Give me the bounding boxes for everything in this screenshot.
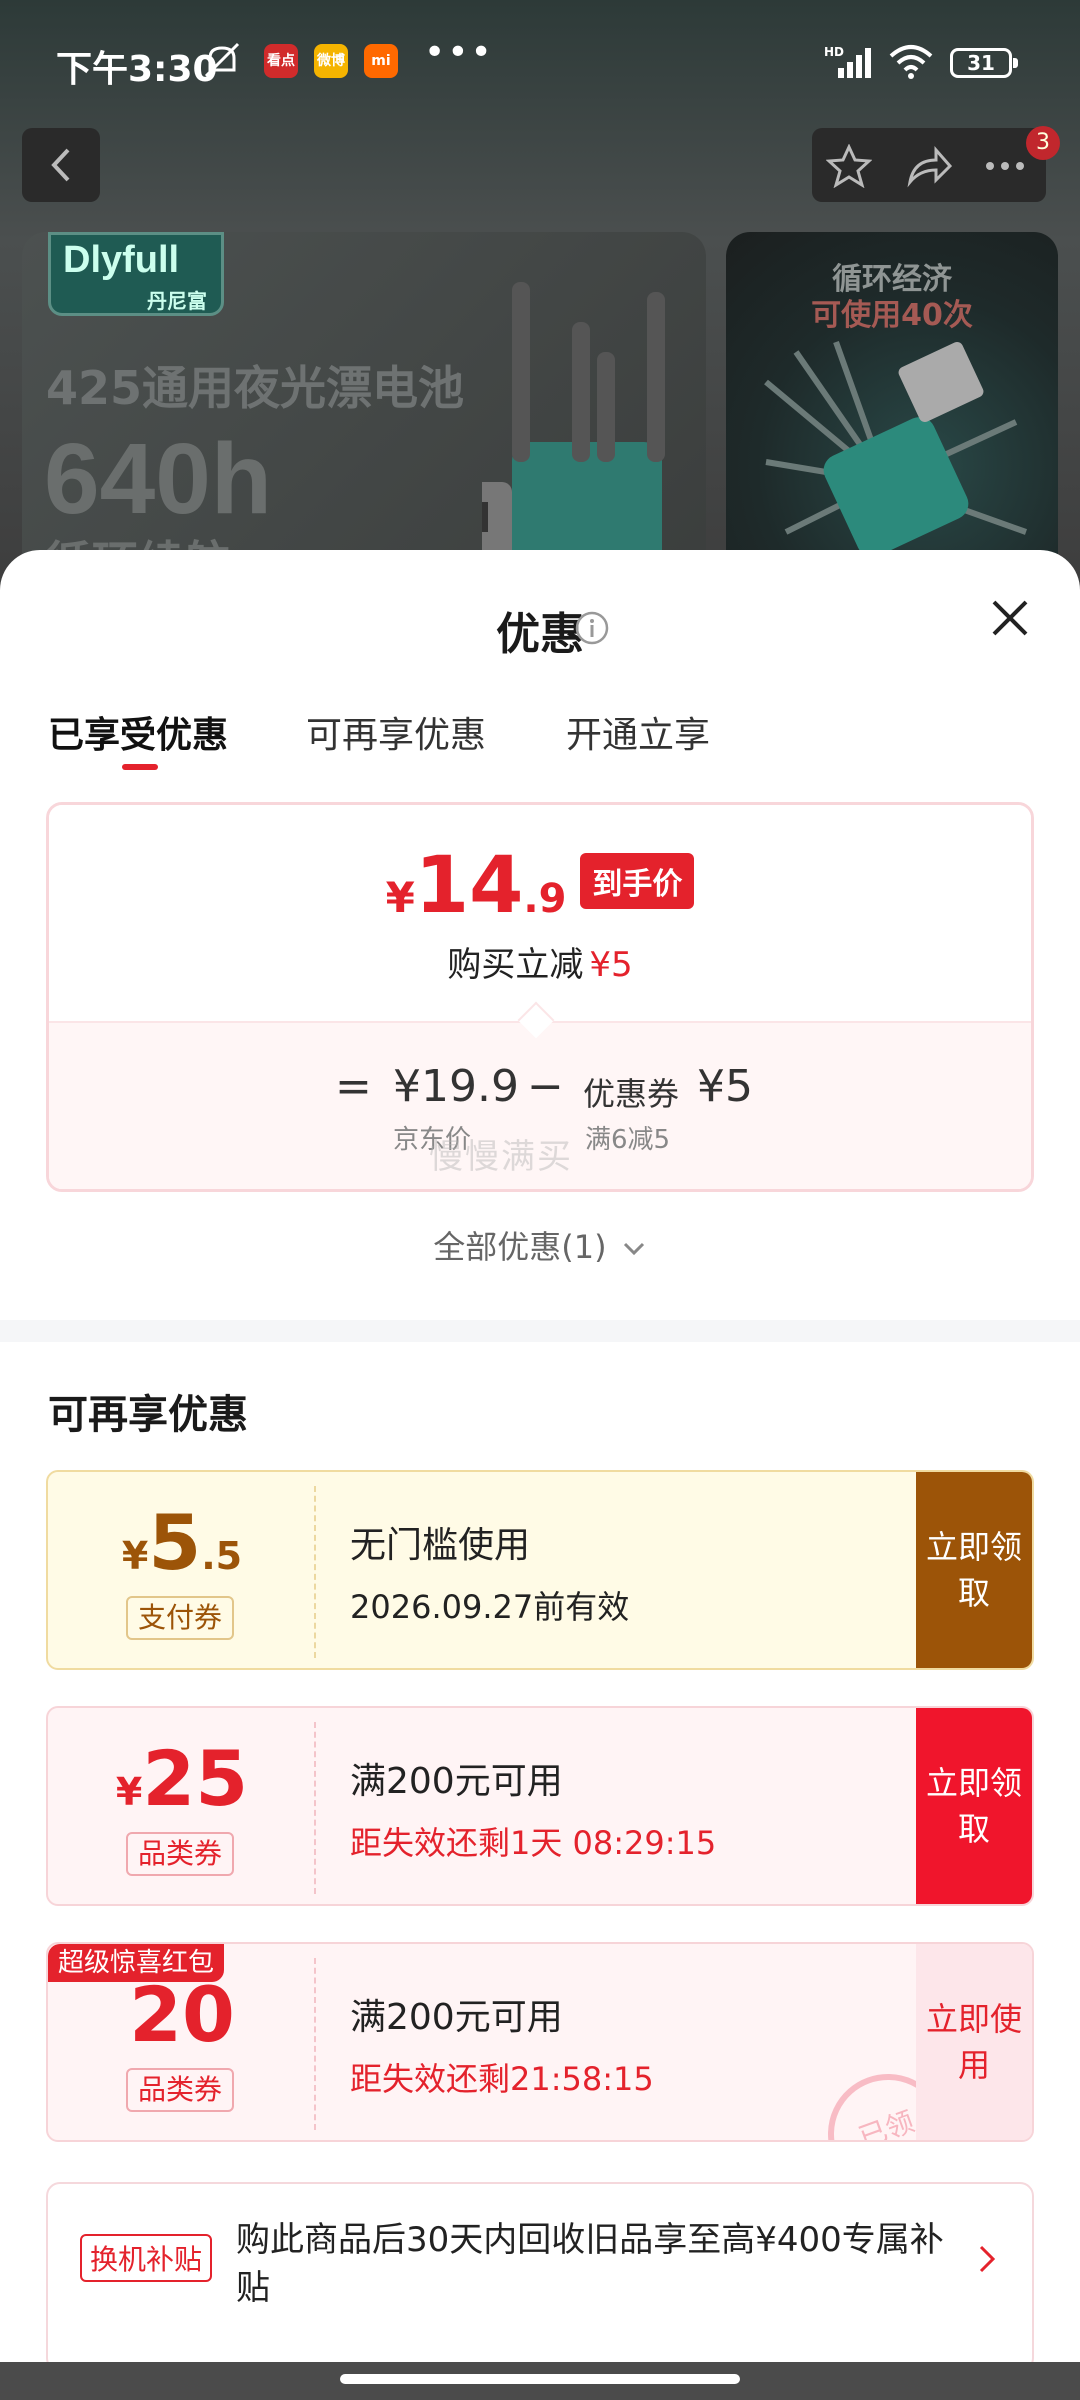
coupon-value: ¥5.5: [121, 1498, 243, 1587]
coupon-value: ¥25: [115, 1734, 249, 1823]
more-notifications-icon: •••: [424, 32, 494, 73]
trade-in-subsidy-row[interactable]: 换机补贴 购此商品后30天内回收旧品享至高¥400专属补贴: [46, 2182, 1034, 2362]
subsidy-tag: 换机补贴: [80, 2234, 213, 2282]
price-summary-card: ¥14.9 到手价 购买立减 ¥5 = ¥19.9 − 优惠券 ¥5 京东价 满6减…: [46, 802, 1034, 1192]
coupon-condition: 无门槛使用: [350, 1525, 531, 1566]
star-icon[interactable]: [826, 144, 872, 188]
claim-coupon-button[interactable]: 立即领取: [916, 1472, 1032, 1668]
final-price-tag: 到手价: [580, 853, 695, 909]
coupon-countdown: 距失效还剩21:58:15: [350, 2060, 654, 2098]
back-button[interactable]: [22, 128, 100, 202]
coupon-label: 优惠券: [583, 1075, 680, 1113]
all-discounts-link[interactable]: 全部优惠(1): [0, 1222, 1080, 1268]
coupon-caption: 满6减5: [585, 1125, 671, 1155]
status-time: 下午3:30: [56, 49, 218, 90]
banner-title: 425通用夜光漂电池: [46, 361, 465, 415]
product-image-main[interactable]: Dlyfull 丹尼富 425通用夜光漂电池 640h 循环续航: [22, 232, 706, 592]
tab-enjoyed[interactable]: 已享受优惠: [48, 706, 228, 758]
battery-icon: 31: [950, 48, 1018, 78]
header-actions: [812, 128, 1046, 202]
coupon-type-badge: 支付券: [126, 1596, 234, 1640]
tab-activate[interactable]: 开通立享: [566, 706, 710, 758]
coupon-condition: 满200元可用: [350, 1997, 563, 2038]
coupon-countdown: 距失效还剩1天 08:29:15: [350, 1824, 717, 1862]
system-nav-bar: [0, 2362, 1080, 2400]
claim-coupon-button[interactable]: 立即领取: [916, 1708, 1032, 1904]
instant-reduction: 购买立减 ¥5: [447, 945, 633, 985]
svg-text:HD: HD: [824, 45, 844, 59]
watermark: 慢慢满买: [429, 1137, 573, 1177]
minus-sign: −: [527, 1061, 564, 1112]
more-icon[interactable]: [982, 144, 1028, 188]
coupon-condition: 满200元可用: [350, 1761, 563, 1802]
section-title-more-discounts: 可再享优惠: [48, 1392, 248, 1438]
chevron-right-icon: [979, 2245, 996, 2273]
tab-indicator: [122, 764, 158, 770]
mi-icon: mi: [364, 44, 398, 78]
sheet-title: 优惠: [496, 609, 584, 660]
price-breakdown: = ¥19.9 − 优惠券 ¥5 京东价 满6减5 慢慢满买: [49, 1021, 1031, 1189]
banner-hours: 640h: [44, 423, 272, 535]
notification-badge: 3: [1026, 126, 1060, 160]
coupon-card: ¥5.5 支付券 无门槛使用 2026.09.27前有效 立即领取: [46, 1470, 1034, 1670]
product-page-background: 下午3:30 看点 微博 mi ••• HD 31 3 Dlyfull 丹尼富 …: [0, 0, 1080, 600]
brand-logo: Dlyfull 丹尼富: [48, 232, 224, 316]
list-price: ¥19.9: [393, 1061, 519, 1112]
final-price: ¥14.9 到手价: [49, 841, 1031, 931]
weibo-icon: 微博: [314, 44, 348, 78]
wifi-icon: [889, 45, 933, 79]
coupon-amount: ¥5: [697, 1061, 753, 1112]
info-icon[interactable]: [574, 610, 610, 646]
section-divider: [0, 1320, 1080, 1342]
status-bar: 下午3:30 看点 微博 mi ••• HD 31: [0, 0, 1080, 120]
coupon-card: ¥25 品类券 满200元可用 距失效还剩1天 08:29:15 立即领取: [46, 1706, 1034, 1906]
coupon-type-badge: 品类券: [126, 1832, 234, 1876]
signal-icon: HD: [824, 45, 871, 78]
equals-sign: =: [335, 1061, 372, 1112]
chevron-down-icon: [623, 1242, 644, 1256]
coupon-card: 超级惊喜红包 20 品类券 满200元可用 距失效还剩21:58:15 已领 立…: [46, 1942, 1034, 2142]
product-image-secondary[interactable]: 循环经济 可使用40次: [726, 232, 1058, 592]
mute-icon: [204, 42, 240, 78]
home-gesture-handle[interactable]: [340, 2374, 740, 2384]
use-coupon-button[interactable]: 立即使用: [916, 1944, 1032, 2140]
tab-more-available[interactable]: 可再享优惠: [306, 706, 486, 758]
charger-fan-illustration: [764, 340, 1028, 557]
chevron-left-icon: [51, 148, 70, 182]
discount-bottom-sheet: 优惠 已享受优惠 可再享优惠 开通立享 ¥14.9 到手价 购买立减 ¥5 = ¥1…: [0, 550, 1080, 2362]
subsidy-description: 购此商品后30天内回收旧品享至高¥400专属补贴: [236, 2220, 944, 2308]
share-icon[interactable]: [906, 144, 952, 188]
app-notify-icon: 看点: [264, 44, 298, 78]
coupon-type-badge: 品类券: [126, 2068, 234, 2112]
close-icon[interactable]: [988, 596, 1032, 640]
coupon-validity: 2026.09.27前有效: [350, 1588, 630, 1626]
battery-charger-illustration: [482, 282, 665, 592]
coupon-value: 20: [129, 1970, 235, 2059]
